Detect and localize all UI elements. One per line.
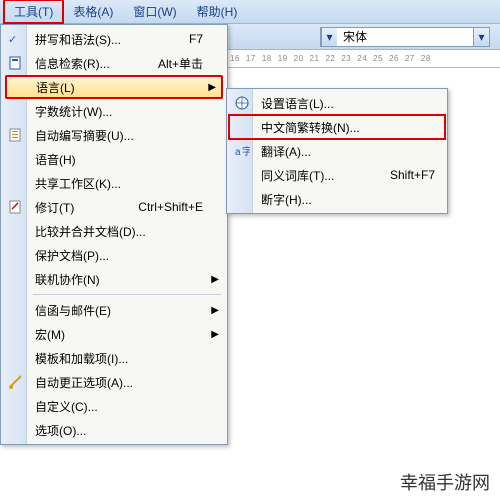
submenu-label: 同义词库(T)... (261, 167, 382, 184)
translate-icon: a字 (234, 143, 250, 159)
submenu-arrow-icon: ▶ (208, 82, 216, 93)
ruler-tick: 16 (230, 54, 240, 63)
submenu-arrow-icon: ▶ (211, 329, 219, 340)
svg-text:✓: ✓ (8, 34, 17, 46)
menu-item-spelling[interactable]: ✓ 拼写和语法(S)... F7 (3, 27, 225, 51)
autosummary-icon (8, 127, 24, 143)
menu-label: 字数统计(W)... (35, 103, 203, 120)
ruler-tick: 21 (310, 54, 320, 63)
menu-item-letters-mail[interactable]: 信函与邮件(E) ▶ (3, 298, 225, 322)
menu-item-speech[interactable]: 语音(H) (3, 147, 225, 171)
menu-item-macro[interactable]: 宏(M) ▶ (3, 322, 225, 346)
watermark-text: 幸福手游网 (400, 469, 490, 495)
menu-help[interactable]: 帮助(H) (187, 0, 248, 23)
submenu-label: 中文简繁转换(N)... (261, 119, 435, 136)
ruler-tick: 18 (262, 54, 272, 63)
track-changes-icon (8, 199, 24, 215)
menu-label: 自动更正选项(A)... (35, 374, 203, 391)
ruler-tick: 17 (246, 54, 256, 63)
menu-shortcut: F7 (189, 32, 203, 46)
research-icon (8, 55, 24, 71)
language-submenu: 设置语言(L)... 中文简繁转换(N)... a字 翻译(A)... 同义词库… (226, 88, 448, 214)
ruler-tick: 27 (405, 54, 415, 63)
menubar: 工具(T) 表格(A) 窗口(W) 帮助(H) (0, 0, 500, 24)
ruler-tick: 25 (373, 54, 383, 63)
tools-dropdown: ✓ 拼写和语法(S)... F7 信息检索(R)... Alt+单击 语言(L)… (0, 24, 228, 445)
menu-shortcut: Ctrl+Shift+E (138, 200, 203, 214)
ruler-tick: 24 (357, 54, 367, 63)
spelling-icon: ✓ (8, 31, 24, 47)
menu-separator (33, 294, 221, 295)
submenu-item-set-language[interactable]: 设置语言(L)... (229, 91, 445, 115)
ruler-tick: 19 (278, 54, 288, 63)
menu-label: 拼写和语法(S)... (35, 31, 179, 48)
menu-label: 比较并合并文档(D)... (35, 223, 203, 240)
submenu-shortcut: Shift+F7 (390, 168, 435, 182)
ruler-tick: 28 (421, 54, 431, 63)
ruler-tick: 22 (325, 54, 335, 63)
menu-label: 信息检索(R)... (35, 55, 148, 72)
svg-text:字: 字 (242, 145, 250, 158)
menu-tools[interactable]: 工具(T) (4, 0, 63, 23)
submenu-arrow-icon: ▶ (211, 274, 219, 285)
menu-item-templates[interactable]: 模板和加载项(I)... (3, 346, 225, 370)
menu-item-language[interactable]: 语言(L) ▶ (5, 75, 223, 99)
menu-label: 修订(T) (35, 199, 128, 216)
ruler-tick: 23 (341, 54, 351, 63)
menu-label: 信函与邮件(E) (35, 302, 203, 319)
menu-item-autosummary[interactable]: 自动编写摘要(U)... (3, 123, 225, 147)
svg-text:a: a (235, 147, 241, 158)
menu-shortcut: Alt+单击 (158, 55, 203, 72)
menu-label: 联机协作(N) (35, 271, 203, 288)
menu-item-research[interactable]: 信息检索(R)... Alt+单击 (3, 51, 225, 75)
submenu-arrow-icon: ▶ (211, 305, 219, 316)
menu-label: 自定义(C)... (35, 398, 203, 415)
font-dropdown-left-icon[interactable]: ▾ (321, 28, 337, 46)
menu-label: 保护文档(P)... (35, 247, 203, 264)
menu-item-options[interactable]: 选项(O)... (3, 418, 225, 442)
submenu-item-thesaurus[interactable]: 同义词库(T)... Shift+F7 (229, 163, 445, 187)
menu-item-shared-workspace[interactable]: 共享工作区(K)... (3, 171, 225, 195)
ruler-tick: 26 (389, 54, 399, 63)
menu-label: 选项(O)... (35, 422, 203, 439)
submenu-label: 设置语言(L)... (261, 95, 435, 112)
menu-item-wordcount[interactable]: 字数统计(W)... (3, 99, 225, 123)
ruler-tick: 20 (294, 54, 304, 63)
submenu-item-translate[interactable]: a字 翻译(A)... (229, 139, 445, 163)
submenu-item-hyphenation[interactable]: 断字(H)... (229, 187, 445, 211)
menu-label: 模板和加载项(I)... (35, 350, 203, 367)
menu-label: 宏(M) (35, 326, 203, 343)
menu-label: 共享工作区(K)... (35, 175, 203, 192)
menu-item-track-changes[interactable]: 修订(T) Ctrl+Shift+E (3, 195, 225, 219)
menu-item-online-collab[interactable]: 联机协作(N) ▶ (3, 267, 225, 291)
autocorrect-icon (8, 374, 24, 390)
menu-item-customize[interactable]: 自定义(C)... (3, 394, 225, 418)
font-name-label: 宋体 (337, 28, 473, 45)
menu-label: 语音(H) (35, 151, 203, 168)
menu-label: 自动编写摘要(U)... (35, 127, 203, 144)
font-dropdown-arrow-icon[interactable]: ▾ (473, 28, 489, 46)
submenu-label: 断字(H)... (261, 191, 435, 208)
menu-window[interactable]: 窗口(W) (123, 0, 186, 23)
menu-item-autocorrect[interactable]: 自动更正选项(A)... (3, 370, 225, 394)
menu-item-compare-merge[interactable]: 比较并合并文档(D)... (3, 219, 225, 243)
set-language-icon (234, 95, 250, 111)
menu-item-protect[interactable]: 保护文档(P)... (3, 243, 225, 267)
submenu-item-chinese-convert[interactable]: 中文简繁转换(N)... (229, 115, 445, 139)
submenu-label: 翻译(A)... (261, 143, 435, 160)
font-selector[interactable]: ▾ 宋体 ▾ (320, 27, 490, 47)
menu-label: 语言(L) (36, 79, 200, 96)
menu-table[interactable]: 表格(A) (63, 0, 123, 23)
